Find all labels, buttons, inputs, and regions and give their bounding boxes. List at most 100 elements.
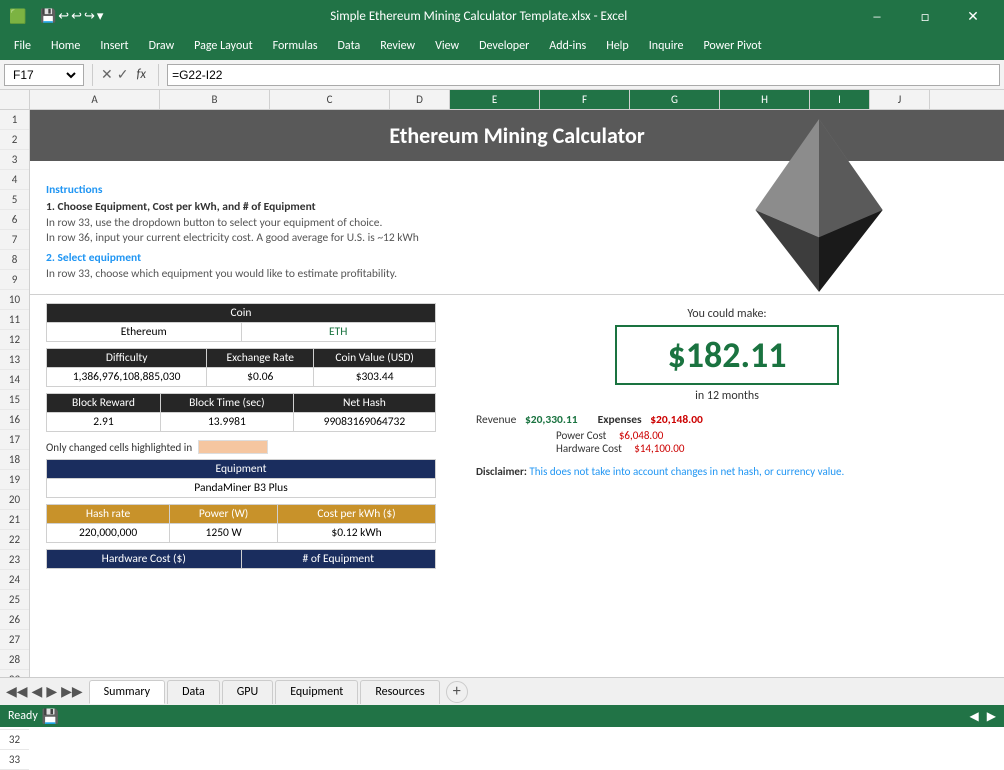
menu-home[interactable]: Home xyxy=(41,35,90,57)
menu-insert[interactable]: Insert xyxy=(90,35,138,57)
revenue-label: Revenue xyxy=(476,413,516,427)
scroll-left-btn[interactable]: ◀ xyxy=(970,709,979,724)
menu-bar: File Home Insert Draw Page Layout Formul… xyxy=(0,32,1004,60)
col-header-A[interactable]: A xyxy=(30,90,160,109)
right-profit-section: You could make: $182.11 in 12 months Rev… xyxy=(436,299,988,572)
row-19: 19 xyxy=(0,470,29,490)
blocktime-header: Block Time (sec) xyxy=(160,394,293,413)
scroll-right-btn[interactable]: ▶ xyxy=(987,709,996,724)
col-header-I[interactable]: I xyxy=(810,90,870,109)
revenue-group: Revenue $20,330.11 xyxy=(476,413,578,427)
row-25: 25 xyxy=(0,590,29,610)
highlight-color-sample xyxy=(198,440,268,454)
hardware-cost-label: Hardware Cost xyxy=(556,442,622,455)
hashrate-table: Hash rate Power (W) Cost per kWh ($) 220… xyxy=(46,504,436,543)
tab-nav-last[interactable]: ▶▶ xyxy=(61,683,83,700)
col-header-G[interactable]: G xyxy=(630,90,720,109)
row-13: 13 xyxy=(0,350,29,370)
in-months-label: in 12 months xyxy=(466,389,988,403)
tab-nav-next[interactable]: ▶ xyxy=(46,683,57,700)
menu-addins[interactable]: Add-ins xyxy=(539,35,596,57)
menu-power-pivot[interactable]: Power Pivot xyxy=(693,35,771,57)
tab-nav-prev[interactable]: ◀ xyxy=(32,683,43,700)
equipment-value[interactable]: PandaMiner B3 Plus xyxy=(47,479,436,498)
profit-amount-box: $182.11 xyxy=(615,325,838,385)
close-btn[interactable]: ✕ xyxy=(950,0,996,32)
tab-resources[interactable]: Resources xyxy=(360,680,439,704)
cell-reference-select[interactable]: F17 xyxy=(9,67,79,83)
row-17: 17 xyxy=(0,430,29,450)
row-22: 22 xyxy=(0,530,29,550)
add-sheet-button[interactable]: + xyxy=(446,681,468,703)
hardware-cost-value: $14,100.00 xyxy=(634,442,684,455)
row-7: 7 xyxy=(0,230,29,250)
coinval-header: Coin Value (USD) xyxy=(314,349,436,368)
tab-summary[interactable]: Summary xyxy=(89,680,165,704)
name-box[interactable]: F17 xyxy=(4,64,84,86)
menu-developer[interactable]: Developer xyxy=(469,35,539,57)
diff-value: 1,386,976,108,885,030 xyxy=(47,368,207,387)
col-header-E[interactable]: E xyxy=(450,90,540,109)
row-16: 16 xyxy=(0,410,29,430)
maximize-btn[interactable]: □ xyxy=(902,0,948,32)
menu-inquire[interactable]: Inquire xyxy=(639,35,694,57)
row-28: 28 xyxy=(0,650,29,670)
menu-file[interactable]: File xyxy=(4,35,41,57)
tab-nav-first[interactable]: ◀◀ xyxy=(6,683,28,700)
minimize-btn[interactable]: ─ xyxy=(854,0,900,32)
menu-data[interactable]: Data xyxy=(328,35,371,57)
power-value[interactable]: 1250 W xyxy=(170,524,278,543)
col-header-F[interactable]: F xyxy=(540,90,630,109)
blockreward-value: 2.91 xyxy=(47,413,161,432)
tab-equipment[interactable]: Equipment xyxy=(275,680,358,704)
rev-exp-row: Revenue $20,330.11 Expenses $20,148.00 xyxy=(476,413,988,427)
title-bar-left: 🟩 💾 ↩ ↩ ↪ ▾ xyxy=(8,6,103,26)
formula-icons: ✕ ✓ xyxy=(101,66,128,83)
undo-icon2[interactable]: ↩ xyxy=(71,9,82,24)
tab-data[interactable]: Data xyxy=(167,680,220,704)
diff-header: Difficulty xyxy=(47,349,207,368)
undo-icon[interactable]: ↩ xyxy=(58,9,69,24)
menu-review[interactable]: Review xyxy=(370,35,425,57)
col-header-J[interactable]: J xyxy=(870,90,930,109)
left-tables-area: Coin Ethereum ETH Difficulty Exchan xyxy=(46,299,436,572)
row-8: 8 xyxy=(0,250,29,270)
cancel-formula-icon[interactable]: ✕ xyxy=(101,66,113,83)
num-equipment-header: # of Equipment xyxy=(241,550,436,569)
row-27: 27 xyxy=(0,630,29,650)
row-9: 9 xyxy=(0,270,29,290)
window-controls: ─ □ ✕ xyxy=(854,0,996,32)
row-10: 10 xyxy=(0,290,29,310)
highlight-note-row: Only changed cells highlighted in xyxy=(46,438,436,456)
row-5: 5 xyxy=(0,190,29,210)
confirm-formula-icon[interactable]: ✓ xyxy=(117,66,129,83)
blocktime-value: 13.9981 xyxy=(160,413,293,432)
exchange-header: Exchange Rate xyxy=(207,349,314,368)
equipment-header: Equipment xyxy=(47,460,436,479)
coin-name[interactable]: Ethereum xyxy=(47,323,242,342)
row-num-corner xyxy=(0,90,30,109)
expenses-group: Expenses $20,148.00 xyxy=(598,413,703,427)
menu-draw[interactable]: Draw xyxy=(139,35,185,57)
formula-input[interactable] xyxy=(167,64,1000,86)
row-numbers: 1 2 3 4 5 6 7 8 9 10 11 12 13 14 15 16 1… xyxy=(0,110,30,677)
row-3: 3 xyxy=(0,150,29,170)
col-header-C[interactable]: C xyxy=(270,90,390,109)
col-header-H[interactable]: H xyxy=(720,90,810,109)
blockreward-header: Block Reward xyxy=(47,394,161,413)
tab-gpu[interactable]: GPU xyxy=(222,680,273,704)
coin-table: Coin Ethereum ETH xyxy=(46,303,436,342)
costkwh-value[interactable]: $0.12 kWh xyxy=(278,524,436,543)
menu-formulas[interactable]: Formulas xyxy=(263,35,328,57)
disclaimer-text: This does not take into account changes … xyxy=(529,465,844,478)
nethash-value: 99083169064732 xyxy=(293,413,435,432)
col-header-D[interactable]: D xyxy=(390,90,450,109)
menu-view[interactable]: View xyxy=(425,35,469,57)
menu-help[interactable]: Help xyxy=(596,35,639,57)
save-icon[interactable]: 💾 xyxy=(40,9,56,24)
col-header-B[interactable]: B xyxy=(160,90,270,109)
column-headers: A B C D E F G H I J xyxy=(0,90,1004,110)
menu-page-layout[interactable]: Page Layout xyxy=(184,35,262,57)
redo-icon[interactable]: ↪ xyxy=(84,9,95,24)
hashrate-value[interactable]: 220,000,000 xyxy=(47,524,170,543)
